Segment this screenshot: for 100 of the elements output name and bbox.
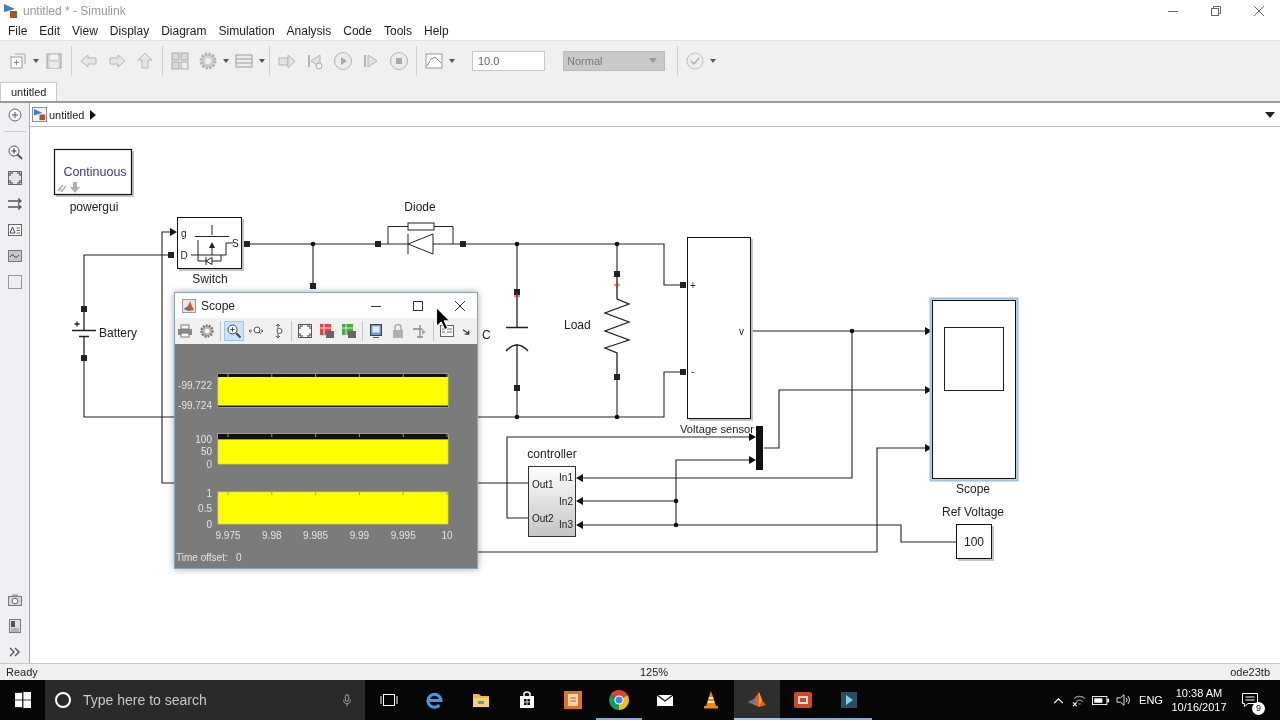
- arrow-down-icon: [70, 182, 80, 193]
- tick-label: 9.975: [215, 530, 241, 541]
- port-label: In1: [559, 472, 573, 483]
- tick-label: 100: [195, 433, 212, 445]
- zoom-in-icon[interactable]: [6, 144, 23, 160]
- port-label: In3: [559, 519, 573, 530]
- fit-view-icon[interactable]: [6, 170, 23, 186]
- overflow-arrow-icon: [461, 326, 471, 336]
- presentation-icon: [793, 690, 813, 710]
- block-label: Switch: [192, 272, 228, 286]
- window-title: untitled * - Simulink: [23, 4, 126, 18]
- plus-circle-icon[interactable]: [6, 107, 23, 123]
- image-restore-button[interactable]: [339, 321, 359, 341]
- stop-time-field[interactable]: 10.0: [472, 51, 545, 71]
- model-icon: [3, 3, 19, 19]
- membrane-button[interactable]: [734, 680, 780, 720]
- caret-icon: [649, 58, 657, 64]
- caret-icon[interactable]: [1265, 111, 1275, 118]
- store-bag-icon: [517, 690, 537, 710]
- menu-item[interactable]: Diagram: [155, 22, 213, 40]
- notification-count: 9: [1252, 702, 1265, 715]
- port-marker: [168, 252, 174, 258]
- port-marker: [244, 241, 250, 247]
- menu-item[interactable]: Display: [103, 22, 156, 40]
- port-marker: [514, 289, 520, 295]
- clock-time: 10:38 AM: [1175, 686, 1223, 700]
- windows-logo-icon[interactable]: [14, 692, 31, 708]
- junction-dot: [310, 241, 316, 247]
- junction-dot: [614, 241, 620, 247]
- close-icon[interactable]: [455, 300, 465, 311]
- restore-icon[interactable]: [1210, 6, 1221, 16]
- panel-icon[interactable]: [6, 618, 23, 634]
- mic-icon[interactable]: [342, 692, 352, 708]
- block-text: Continuous: [63, 164, 127, 179]
- input-language[interactable]: ENG: [1136, 680, 1166, 720]
- port-marker: [614, 271, 620, 277]
- membrane-icon: [747, 690, 767, 710]
- tick-label: 0: [206, 518, 212, 530]
- zoom-level: 125%: [638, 666, 670, 678]
- tick-label: 1: [206, 487, 212, 499]
- check-icon[interactable]: [685, 51, 705, 71]
- tick-label: -99.724: [178, 399, 212, 411]
- clock[interactable]: 10:38 AM 10/16/2017: [1166, 686, 1232, 714]
- block-label: Voltage sensor: [680, 422, 754, 435]
- tick-label: 10: [441, 530, 453, 541]
- tick-label: 0: [206, 458, 212, 470]
- camera-icon[interactable]: [6, 592, 23, 608]
- volume-icon[interactable]: [1116, 693, 1132, 707]
- port-marker: [310, 283, 316, 289]
- tab[interactable]: untitled: [0, 82, 58, 101]
- new-model-icon[interactable]: [8, 51, 28, 71]
- print-button[interactable]: [175, 321, 195, 341]
- zoom-in-icon: [226, 323, 242, 339]
- status-text: Ready: [5, 666, 39, 678]
- image-save-button[interactable]: [317, 321, 337, 341]
- settings-button[interactable]: [197, 321, 217, 341]
- block-label: Diode: [404, 199, 436, 214]
- junction-dot: [514, 414, 520, 420]
- controller-block: [528, 466, 576, 537]
- port-label: v: [739, 326, 744, 337]
- annotation-icon[interactable]: [6, 222, 23, 238]
- port-marker: [514, 385, 520, 391]
- junction-dot: [614, 414, 620, 420]
- menu-item[interactable]: File: [2, 22, 34, 40]
- cone-icon: [701, 690, 721, 710]
- fit-view-button[interactable]: [295, 321, 315, 341]
- switch-block: [177, 217, 244, 271]
- tick-label: 9.995: [390, 530, 416, 541]
- maximize-icon[interactable]: [413, 300, 423, 311]
- chevron-up-icon[interactable]: [1052, 696, 1064, 704]
- breadcrumb-link[interactable]: untitled: [49, 108, 85, 121]
- browser-icon: [425, 690, 445, 710]
- printer-icon: [177, 323, 193, 339]
- lock-icon: [390, 323, 406, 339]
- constant-block: [956, 524, 994, 561]
- menu-item[interactable]: Simulation: [212, 22, 281, 40]
- port-label: +: [690, 279, 696, 291]
- menu-item[interactable]: Code: [337, 22, 378, 40]
- block-label: controller: [527, 447, 577, 461]
- battery-icon[interactable]: [1092, 695, 1110, 705]
- menu-item[interactable]: Help: [417, 22, 455, 40]
- block-text: 100: [964, 535, 984, 549]
- tick-label: 0.5: [198, 503, 212, 514]
- menu-item[interactable]: Analysis: [280, 22, 338, 40]
- port-marker: [460, 241, 466, 247]
- pdf-document-icon: [563, 690, 583, 710]
- menu-item[interactable]: Tools: [377, 22, 418, 40]
- arrows-icon[interactable]: [6, 196, 23, 212]
- menu-item[interactable]: Edit: [33, 22, 67, 40]
- caret-icon[interactable]: [90, 109, 97, 120]
- close-icon[interactable]: [1253, 6, 1264, 16]
- menu-item[interactable]: View: [66, 22, 104, 40]
- image-icon[interactable]: [6, 248, 23, 264]
- chart-icon[interactable]: [424, 51, 444, 71]
- port-label: D: [180, 250, 188, 261]
- figure-icon: [182, 298, 196, 313]
- task-view-icon[interactable]: [379, 692, 398, 708]
- zoom-in-button[interactable]: [224, 321, 244, 341]
- search-field[interactable]: Type here to search: [45, 680, 365, 720]
- block-label: Battery: [99, 326, 137, 340]
